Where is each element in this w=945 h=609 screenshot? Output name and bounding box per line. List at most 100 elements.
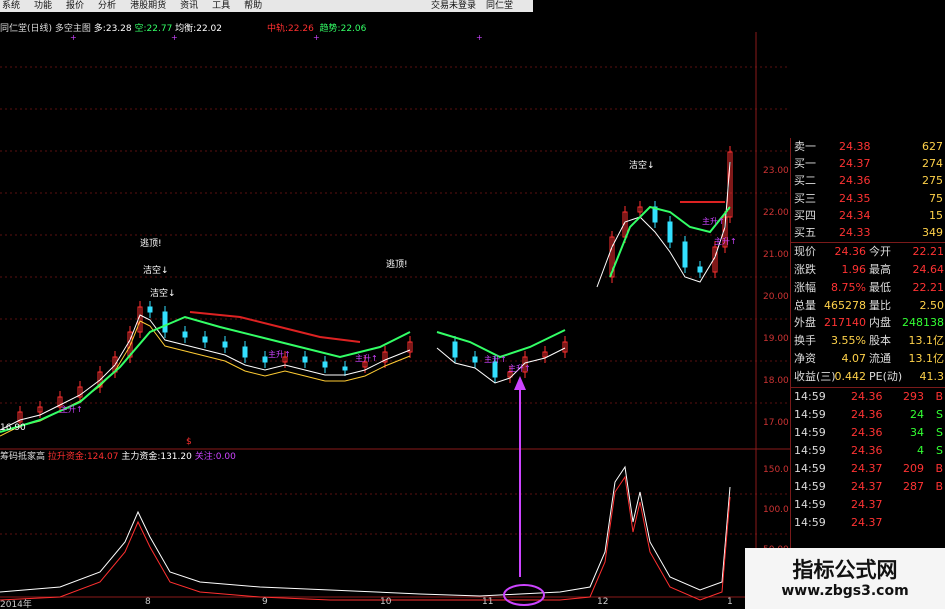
tick-side: B (935, 461, 943, 475)
tick-volume: 293 (903, 389, 924, 403)
signal-clear-short-3: 洁空↓ (629, 161, 655, 171)
indicator-name: 多空主图 (54, 24, 91, 34)
sub-line-red (0, 475, 731, 601)
x-tick-11: 11 (482, 597, 494, 607)
stat-label: 换手 (794, 334, 816, 348)
signal-main-rise: 主升↑ (60, 405, 83, 414)
s2-value: 131.20 (160, 452, 192, 462)
orderbook-row: 买三 24.35 75 (791, 190, 945, 207)
watermark-title: 指标公式网 (792, 557, 898, 582)
signal-escape-top-2: 逃顶! (386, 260, 408, 270)
tick-volume: 34 (910, 425, 924, 439)
stat-label: 外盘 (794, 316, 816, 330)
orderbook-row: 买四 24.34 15 (791, 207, 945, 224)
menu-analysis[interactable]: 分析 (98, 0, 116, 12)
candle-body (322, 361, 328, 368)
y-tick-19: 19.00 (763, 334, 789, 344)
tick-time: 14:59 (794, 425, 826, 439)
orderbook-volume: 75 (929, 191, 943, 205)
tick-price: 24.37 (851, 497, 883, 511)
candle-body (667, 221, 673, 243)
tick-price: 24.37 (851, 461, 883, 475)
sub-title: 筹码抵家高 (0, 452, 46, 462)
stat-label: 总量 (794, 298, 816, 312)
tick-price: 24.36 (851, 407, 883, 421)
orderbook-price: 24.35 (839, 191, 871, 205)
stat-value-2: 24.64 (912, 263, 945, 276)
zhong-label: 中轨: (267, 24, 289, 34)
orderbook-volume: 275 (922, 174, 943, 188)
orderbook-row: 买二 24.36 275 (791, 172, 945, 189)
trade-login-button[interactable]: 交易未登录 (428, 0, 480, 12)
stat-row: 总量 465278 量比 2.50 (791, 297, 945, 314)
jun-value: 22.02 (196, 24, 222, 34)
main-indicator-header: 同仁堂(日线) 多空主图 多:23.28 空:22.77 均衡:22.02 (0, 24, 222, 35)
stat-row: 现价 24.36 今开 22.21 (791, 243, 945, 260)
signal-main-rise-7: 主升↑ (714, 237, 737, 246)
stat-row: 净资 4.07 流通 13.1亿 (791, 350, 945, 367)
s3-value: 0.00 (215, 452, 236, 462)
sub-marker: $ (186, 437, 192, 447)
stat-row: 收益(三) 0.442 PE(动) 41.3 (791, 368, 945, 385)
sub-line-white (0, 465, 731, 597)
stat-row: 涨跌 1.96 最高 24.64 (791, 261, 945, 278)
kline-chart[interactable]: + + + + (0, 12, 790, 609)
y-tick-23: 23.00 (763, 166, 789, 176)
s2-label: 主力资金: (121, 452, 161, 462)
orderbook-price: 24.36 (839, 174, 871, 188)
menu-tools[interactable]: 工具 (212, 0, 230, 12)
menu-hk-futures[interactable]: 港股期货 (130, 0, 166, 12)
tick-price: 24.36 (851, 425, 883, 439)
stat-row: 涨幅 8.75% 最低 22.21 (791, 279, 945, 296)
stat-value-2: 13.1亿 (908, 334, 945, 348)
tick-volume: 287 (903, 479, 924, 493)
stat-value-2: 2.50 (919, 298, 945, 312)
sub-y-tick-100: 100.0 (763, 505, 789, 515)
stock-name-button[interactable]: 同仁堂 (483, 0, 517, 12)
stat-value: 4.07 (841, 352, 867, 365)
menu-news[interactable]: 资讯 (180, 0, 198, 12)
menu-function[interactable]: 功能 (34, 0, 52, 12)
stat-label-2: 最低 (869, 280, 891, 294)
stat-label: 涨跌 (794, 263, 816, 276)
candle-body (147, 306, 153, 313)
tick-time: 14:59 (794, 389, 826, 403)
jun-label: 均衡: (175, 24, 197, 34)
signal-main-rise-3: 主升↑ (355, 354, 378, 363)
y-tick-21: 21.00 (763, 250, 789, 260)
tick-row: 14:59 24.37 287 B (791, 478, 945, 495)
tick-row: 14:59 24.36 34 S (791, 424, 945, 441)
menu-help[interactable]: 帮助 (244, 0, 262, 12)
candle-body (202, 336, 208, 343)
stat-label-2: 内盘 (869, 316, 891, 330)
s1-value: 124.07 (86, 452, 119, 462)
signal-clear-short: 洁空↓ (143, 266, 169, 276)
tick-time: 14:59 (794, 461, 826, 475)
orderbook-label: 买二 (794, 174, 816, 188)
kong-value: 22.77 (146, 24, 173, 34)
s1-label: 拉升资金: (47, 452, 87, 462)
menu-quote[interactable]: 报价 (66, 0, 84, 12)
annotation-arrow-head (514, 376, 526, 390)
tick-side: B (935, 479, 943, 493)
stat-row: 外盘 217140 内盘 248138 (791, 314, 945, 331)
x-tick-10: 10 (380, 597, 392, 607)
tick-price: 24.36 (851, 389, 883, 403)
stat-row: 换手 3.55% 股本 13.1亿 (791, 332, 945, 349)
trend-value: 22.06 (340, 24, 367, 34)
stat-value: 0.442 (834, 369, 867, 383)
zhong-value: 22.26 (288, 24, 314, 34)
sub-y-tick-150: 150.0 (763, 465, 789, 475)
orderbook-price: 24.34 (839, 208, 871, 222)
tick-time: 14:59 (794, 497, 826, 511)
orderbook-row: 卖一 24.38 627 (791, 138, 945, 155)
stat-value: 217140 (824, 316, 866, 330)
stat-value: 24.36 (834, 245, 867, 259)
tick-row: 14:59 24.37 209 B (791, 460, 945, 477)
stat-value-2: 22.21 (912, 280, 945, 294)
candle-body (472, 356, 478, 363)
tick-row: 14:59 24.37 (791, 514, 945, 531)
y-tick-22: 22.00 (763, 208, 789, 218)
duo-label: 多: (93, 24, 106, 34)
menu-system[interactable]: 系统 (2, 0, 20, 12)
